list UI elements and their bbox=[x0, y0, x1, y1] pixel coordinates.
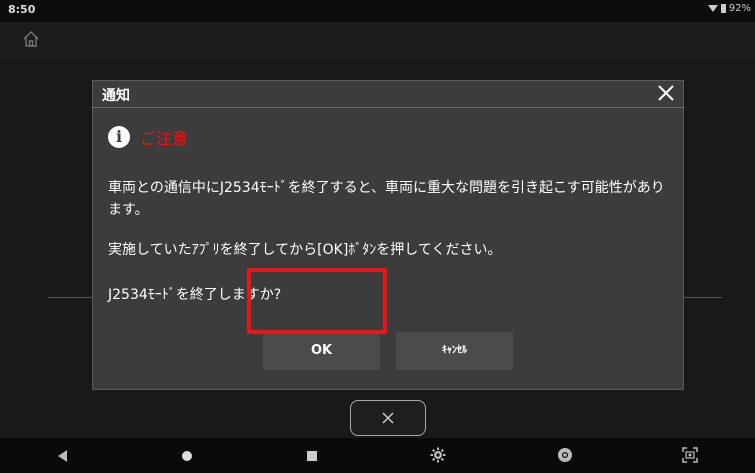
instruction-message: 実施していたｱﾌﾟﾘを終了してから[OK]ﾎﾞﾀﾝを押してください。 bbox=[108, 242, 502, 258]
battery-icon bbox=[720, 4, 726, 13]
app-bar bbox=[0, 22, 755, 60]
back-icon[interactable] bbox=[58, 450, 67, 462]
divider-right bbox=[684, 297, 722, 298]
status-indicators: 92% bbox=[707, 3, 751, 14]
close-icon[interactable] bbox=[655, 82, 677, 104]
close-icon bbox=[382, 412, 394, 424]
warning-message: 車両との通信中にJ2534ﾓｰﾄﾞを終了すると、車両に重大な問題を引き起こす可能… bbox=[108, 180, 665, 218]
navigation-bar bbox=[0, 438, 755, 473]
caution-label: ご注意 bbox=[140, 129, 189, 148]
gear-icon[interactable] bbox=[430, 447, 446, 463]
status-bar: 8:50 92% bbox=[0, 0, 755, 22]
divider-left bbox=[48, 297, 93, 298]
home-circle-icon[interactable] bbox=[182, 451, 192, 461]
screenshot-icon[interactable] bbox=[682, 447, 698, 463]
dialog-title: 通知 bbox=[102, 88, 130, 104]
close-app-button[interactable] bbox=[350, 400, 426, 436]
highlight-box bbox=[247, 268, 387, 334]
confirm-question: J2534ﾓｰﾄﾞを終了しますか? bbox=[108, 287, 282, 303]
caution-row: i ご注意 bbox=[108, 125, 188, 149]
battery-percent: 92% bbox=[728, 3, 751, 14]
notification-dialog: 通知 i ご注意 車両との通信中にJ2534ﾓｰﾄﾞを終了すると、車両に重大な問… bbox=[92, 80, 684, 390]
browser-icon[interactable] bbox=[557, 447, 573, 463]
status-time: 8:50 bbox=[8, 3, 36, 16]
dialog-header: 通知 bbox=[93, 81, 683, 108]
home-icon[interactable] bbox=[22, 30, 40, 48]
ok-button[interactable]: OK bbox=[263, 332, 380, 370]
wifi-icon bbox=[707, 5, 718, 12]
recents-icon[interactable] bbox=[307, 451, 317, 461]
info-icon: i bbox=[108, 126, 130, 148]
cancel-button[interactable]: ｷｬﾝｾﾙ bbox=[396, 332, 513, 370]
